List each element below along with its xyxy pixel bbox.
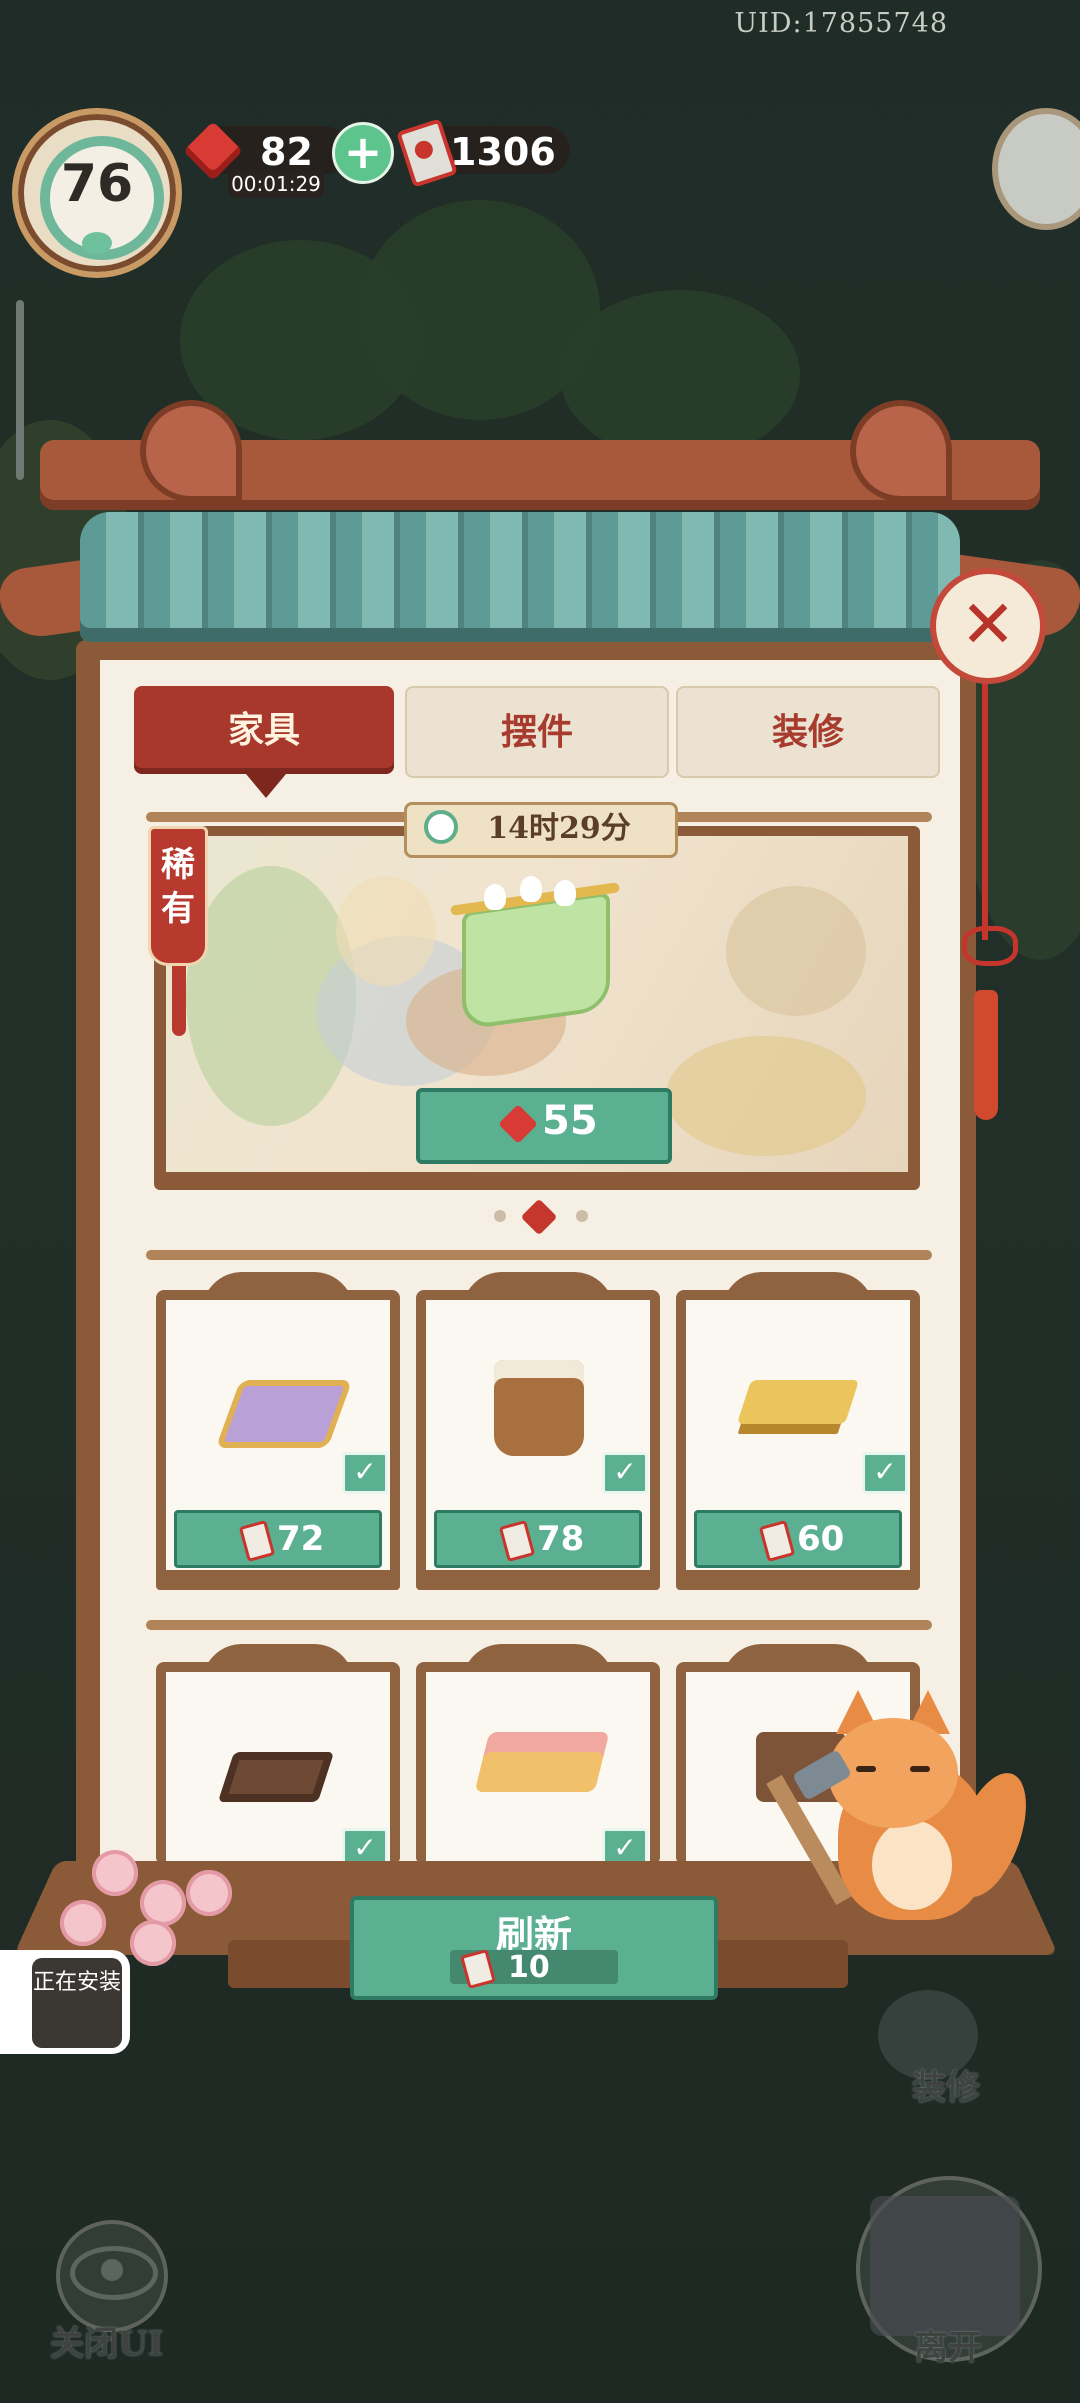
buy-featured-button[interactable]: 55 xyxy=(416,1088,672,1164)
tab-furniture[interactable]: 家具 xyxy=(134,686,394,798)
check-icon: ✓ xyxy=(342,1452,388,1494)
close-ui-label: 关闭UI xyxy=(50,2324,164,2364)
roof-ornament-right xyxy=(850,400,952,502)
renovate-label: 装修 xyxy=(912,2068,980,2108)
level-badge[interactable]: 76 xyxy=(12,108,182,278)
refresh-cost-value: 10 xyxy=(508,1950,550,1985)
ticket-count: 1306 xyxy=(450,130,556,174)
low-tea-table-art xyxy=(217,1752,335,1802)
writing-desk-art xyxy=(474,1732,610,1792)
cat-eye xyxy=(856,1766,876,1772)
featured-timer-text: 14时29分 xyxy=(487,811,631,846)
close-button[interactable]: ✕ xyxy=(930,568,1046,684)
item-price: 60 xyxy=(797,1519,845,1559)
gem-count: 82 xyxy=(260,130,313,174)
cherry-blossom-icon xyxy=(140,1880,186,1926)
featured-item-curtain[interactable] xyxy=(450,876,620,1040)
tab-ornaments[interactable]: 摆件 xyxy=(405,686,669,778)
installing-app-badge[interactable]: 正在安装 xyxy=(0,1950,130,2054)
eye-icon xyxy=(70,2246,158,2300)
add-gems-button[interactable]: + xyxy=(332,122,394,184)
tassel-fringe xyxy=(974,990,998,1120)
featured-page-indicator xyxy=(490,1198,590,1236)
scene-lantern xyxy=(336,876,436,986)
check-icon: ✓ xyxy=(602,1452,648,1494)
featured-price: 55 xyxy=(542,1098,598,1144)
roof-ornament-left xyxy=(140,400,242,502)
shop-item-card[interactable]: ✓ 60 xyxy=(676,1272,920,1590)
roof-tiles xyxy=(80,512,960,642)
level-number: 76 xyxy=(60,154,134,214)
check-icon: ✓ xyxy=(862,1452,908,1494)
cat-eye xyxy=(910,1766,930,1772)
page-dot-active[interactable] xyxy=(520,1198,558,1236)
scene-fruit-table xyxy=(666,1036,866,1156)
rice-bucket-art xyxy=(494,1360,584,1456)
shop-item-card[interactable]: ✓ 78 xyxy=(416,1272,660,1590)
installing-label: 正在安装 xyxy=(32,1970,121,1995)
curtain-art xyxy=(462,891,610,1031)
shop-item-card[interactable]: ✓ 72 xyxy=(156,1272,400,1590)
rarity-tassel xyxy=(172,966,186,1036)
tab-decoration[interactable]: 装修 xyxy=(676,686,940,778)
gem-refill-timer: 00:01:29 xyxy=(228,170,324,198)
bunny-figure xyxy=(520,876,542,902)
refresh-shop-button[interactable]: 刷新 10 xyxy=(350,1896,718,2000)
cherry-blossom-icon xyxy=(60,1900,106,1946)
cherry-blossom-icon xyxy=(92,1850,138,1896)
rarity-banner: 稀有 xyxy=(148,826,208,966)
shelf-rail xyxy=(146,1620,932,1630)
red-gem-icon xyxy=(498,1104,538,1144)
item-price: 78 xyxy=(537,1519,585,1559)
house-exit-icon xyxy=(870,2196,1020,2336)
clock-icon xyxy=(424,810,458,844)
item-price-button[interactable]: 78 xyxy=(434,1510,642,1568)
page-dot[interactable] xyxy=(576,1210,588,1222)
leaf-icon xyxy=(82,232,112,254)
cat-belly xyxy=(872,1820,952,1910)
shop-item-card[interactable]: ✓ xyxy=(416,1644,660,1870)
chinese-knot-icon xyxy=(962,926,1018,966)
refresh-cost: 10 xyxy=(450,1948,618,1990)
cherry-blossom-icon xyxy=(130,1920,176,1966)
cherry-blossom-icon xyxy=(186,1870,232,1916)
side-scroll-indicator xyxy=(16,300,24,480)
wooden-stool-art xyxy=(736,1380,860,1424)
tassel-cord xyxy=(982,680,988,940)
item-price-button[interactable]: 72 xyxy=(174,1510,382,1568)
shop-item-card[interactable]: ✓ xyxy=(156,1644,400,1870)
scene-painting xyxy=(726,886,866,1016)
lotus-cushion-art xyxy=(215,1380,353,1448)
leave-label: 离开 xyxy=(914,2328,982,2368)
item-price-button[interactable]: 60 xyxy=(694,1510,902,1568)
page-dot[interactable] xyxy=(494,1210,506,1222)
red-ticket-icon xyxy=(460,1948,496,1990)
red-ticket-icon xyxy=(238,1519,276,1563)
close-icon: ✕ xyxy=(960,586,1016,663)
uid-label: UID:17855748 xyxy=(734,8,948,39)
red-ticket-icon xyxy=(758,1519,796,1563)
item-price: 72 xyxy=(277,1519,325,1559)
bunny-figure xyxy=(484,884,506,910)
shelf-rail xyxy=(146,1250,932,1260)
bunny-figure xyxy=(554,880,576,906)
red-ticket-icon xyxy=(498,1519,536,1563)
